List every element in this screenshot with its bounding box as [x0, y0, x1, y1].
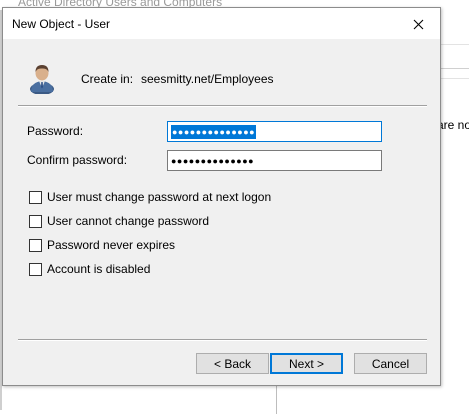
dialog-title: New Object - User [12, 17, 111, 31]
create-in-path: seesmitty.net/Employees [141, 72, 274, 86]
cannot-change-password-checkbox[interactable] [29, 214, 42, 228]
close-icon [413, 19, 423, 29]
background-divider [440, 44, 469, 45]
option-label: Account is disabled [47, 262, 151, 276]
footer-separator [18, 339, 427, 341]
close-button[interactable] [406, 14, 430, 34]
next-button[interactable]: Next > [270, 353, 343, 374]
option-password-never-expires[interactable]: Password never expires [29, 238, 175, 252]
confirm-password-mask: ●●●●●●●●●●●●●● [171, 155, 255, 166]
password-field[interactable]: ●●●●●●●●●●●●●● [167, 121, 382, 142]
background-divider [440, 78, 469, 79]
dialog-titlebar[interactable]: New Object - User [3, 8, 440, 39]
cancel-button[interactable]: Cancel [354, 353, 427, 374]
header-separator [18, 105, 427, 107]
option-account-disabled[interactable]: Account is disabled [29, 262, 150, 276]
new-object-user-dialog: New Object - User Create in: seesmitty.n… [2, 7, 441, 386]
password-never-expires-checkbox[interactable] [29, 238, 42, 252]
option-must-change-password[interactable]: User must change password at next logon [29, 190, 271, 204]
dialog-header: Create in: seesmitty.net/Employees [3, 39, 440, 109]
background-splitter [276, 385, 277, 414]
back-button[interactable]: < Back [196, 353, 269, 374]
create-in-label: Create in: [81, 72, 134, 86]
password-label: Password: [27, 124, 84, 138]
option-cannot-change-password[interactable]: User cannot change password [29, 214, 209, 228]
background-list-text: are no [437, 118, 469, 132]
confirm-password-field[interactable]: ●●●●●●●●●●●●●● [167, 150, 382, 171]
option-label: Password never expires [47, 238, 176, 252]
user-icon [30, 65, 54, 94]
background-list-pane [440, 0, 469, 414]
account-disabled-checkbox[interactable] [29, 262, 42, 276]
password-selected-mask: ●●●●●●●●●●●●●● [171, 124, 257, 139]
must-change-password-checkbox[interactable] [29, 190, 42, 204]
background-divider [440, 68, 469, 69]
confirm-password-label: Confirm password: [27, 153, 128, 167]
option-label: User cannot change password [47, 214, 210, 228]
option-label: User must change password at next logon [47, 190, 272, 204]
